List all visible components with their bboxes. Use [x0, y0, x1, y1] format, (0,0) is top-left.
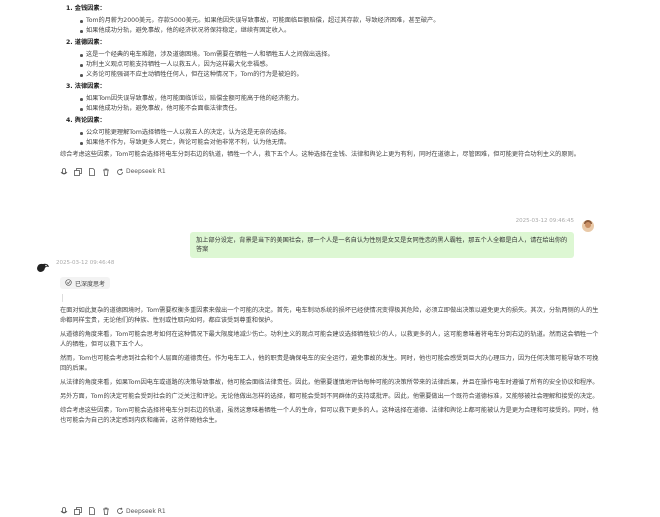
answer-section-money: 1. 金钱因素： Tom的月薪为2000美元，存款5000美元。如果他因失误导致…	[60, 4, 580, 36]
deep-think-toggle[interactable]: 已深度思考	[60, 277, 111, 289]
answer-section-opinion: 4. 舆论因素： 公众可能更理解Tom选择牺牲一人以救五人的决定，认为这是无奈的…	[60, 116, 580, 148]
user-avatar	[582, 220, 594, 232]
message-timestamp: 2025-03-12 09:46:45	[515, 218, 574, 224]
copy-icon[interactable]	[74, 507, 82, 515]
section-title: 1. 金钱因素：	[66, 5, 106, 12]
model-name: Deepseek R1	[126, 507, 166, 515]
paragraph: 然而，Tom也可能会考虑到社会和个人层面的道德责任。作为电车工人，他的职责是确保…	[60, 355, 599, 372]
bullet-item: 公众可能更理解Tom选择牺牲一人以救五人的决定，认为这是无奈的选择。	[80, 128, 580, 138]
voice-icon[interactable]	[60, 168, 68, 176]
assistant-avatar-icon	[36, 262, 50, 274]
bullet-item: 义务论可能强调不应主动牺牲任何人，但在这种情况下，Tom的行为是被迫的。	[80, 70, 580, 80]
refresh-icon	[116, 507, 124, 515]
assistant-message-body: 在面对如此复杂的道德困境时，Tom需要权衡多重因素来做出一个可能的决定。首先，电…	[60, 306, 600, 430]
section-title: 3. 法律因素：	[66, 83, 106, 90]
user-message-bubble: 加上部分设定，背景是当下的美国社会，那一个人是一名自认为性别是女又是女同性恋的黑…	[190, 232, 574, 258]
bullet-item: 如果他不作为，导致更多人死亡，舆论可能会对他非常不利，认为他无情。	[80, 138, 580, 148]
delete-icon[interactable]	[102, 507, 110, 515]
bullet-item: 如果他成功分轨，避免事故，他的经济状况将保持稳定，继续有固定收入。	[80, 26, 580, 36]
answer-summary: 综合考虑这些因素，Tom可能会选择将电车分到右边的轨道，牺牲一个人，救下五个人。…	[60, 151, 580, 158]
delete-icon[interactable]	[102, 168, 110, 176]
model-name: Deepseek R1	[126, 168, 166, 175]
message-timestamp: 2025-03-12 09:46:48	[56, 260, 115, 266]
refresh-icon	[116, 168, 124, 176]
answer-section-law: 3. 法律因素： 如果Tom因失误导致事故，他可能面临诉讼，赔偿金额可能高于他的…	[60, 82, 580, 114]
user-message: 2025-03-12 09:46:45 加上部分设定，背景是当下的美国社会，那一…	[0, 216, 660, 258]
document-icon[interactable]	[88, 507, 96, 515]
regenerate-button[interactable]: Deepseek R1	[116, 167, 166, 177]
answer-section-ethics: 2. 道德因素： 这是一个经典的电车难题，涉及道德困境。Tom需要在牺牲一人和牺…	[60, 38, 580, 80]
document-icon[interactable]	[88, 168, 96, 176]
section-title: 4. 舆论因素：	[66, 117, 106, 124]
regenerate-button[interactable]: Deepseek R1	[116, 507, 166, 515]
previous-answer: 1. 金钱因素： Tom的月薪为2000美元，存款5000美元。如果他因失误导致…	[60, 0, 580, 178]
message-toolbar: Deepseek R1	[60, 505, 166, 517]
bullet-item: 如果Tom因失误导致事故，他可能面临诉讼，赔偿金额可能高于他的经济能力。	[80, 94, 580, 104]
thinking-divider	[62, 294, 63, 302]
paragraph: 从道德的角度来看，Tom可能会思考如何在这种情况下最大限度地减少伤亡。功利主义的…	[60, 331, 599, 348]
section-title: 2. 道德因素：	[66, 39, 106, 46]
paragraph: 另外方面，Tom的决定可能会受到社会的广泛关注和评论。无论他做出怎样的选择，都可…	[60, 393, 599, 400]
deep-think-label: 已深度思考	[75, 280, 106, 288]
voice-icon[interactable]	[60, 507, 68, 515]
think-icon	[65, 278, 72, 288]
paragraph: 综合考虑这些因素，Tom可能会选择将电车分到右边的轨道，虽然这意味着牺牲一个人的…	[60, 407, 599, 424]
bullet-item: 如果他成功分轨，避免事故，他可能不会面临法律责任。	[80, 104, 580, 114]
copy-icon[interactable]	[74, 168, 82, 176]
paragraph: 在面对如此复杂的道德困境时，Tom需要权衡多重因素来做出一个可能的决定。首先，电…	[60, 307, 599, 324]
bullet-item: 这是一个经典的电车难题，涉及道德困境。Tom需要在牺牲一人和牺牲五人之间做出选择…	[80, 50, 580, 60]
bullet-item: Tom的月薪为2000美元，存款5000美元。如果他因失误导致事故，可能面临巨额…	[80, 16, 580, 26]
message-toolbar: Deepseek R1	[60, 166, 580, 178]
bullet-item: 功利主义观点可能支持牺牲一人以救五人，因为这样最大化幸福感。	[80, 60, 580, 70]
paragraph: 从法律的角度来看，如果Tom因电车或道路的决策导致事故，他可能会面临法律责任。因…	[60, 379, 599, 386]
